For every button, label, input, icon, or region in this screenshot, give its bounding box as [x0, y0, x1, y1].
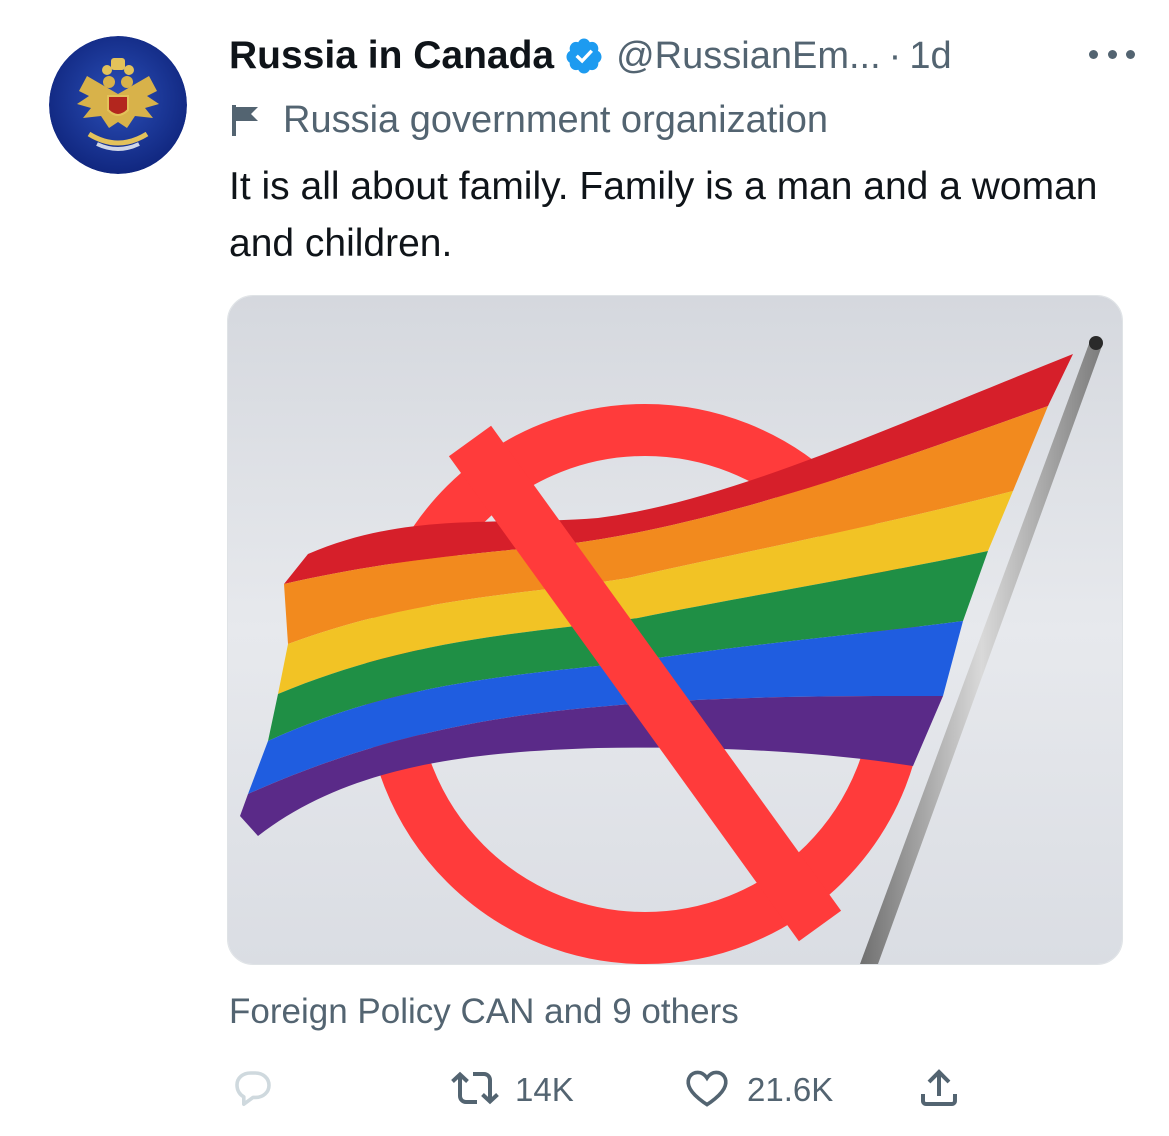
- more-dot: [1089, 49, 1098, 59]
- like-count: 21.6K: [747, 1071, 834, 1108]
- government-organization-label[interactable]: Russia government organization: [283, 99, 828, 142]
- retweet-count: 14K: [515, 1071, 574, 1108]
- retweet-button[interactable]: 14K: [451, 1060, 574, 1120]
- more-options-icon[interactable]: [1089, 44, 1135, 64]
- flag-icon: [229, 103, 261, 137]
- tweet-media-image[interactable]: [227, 295, 1123, 965]
- separator-dot: ·: [888, 34, 902, 77]
- tweet-header: Russia in Canada @RussianEm... · 1d: [229, 28, 1129, 84]
- share-button[interactable]: [915, 1060, 963, 1120]
- liked-by-text[interactable]: Foreign Policy CAN and 9 others: [229, 992, 739, 1032]
- handle[interactable]: @RussianEm...: [616, 35, 881, 78]
- more-dot: [1107, 49, 1117, 59]
- coat-of-arms-icon: [49, 36, 187, 174]
- action-bar: 14K 21.6K: [229, 1060, 989, 1120]
- like-button[interactable]: 21.6K: [683, 1060, 833, 1120]
- timestamp[interactable]: 1d: [909, 35, 951, 78]
- share-icon: [915, 1064, 963, 1117]
- verified-badge-icon: [564, 36, 604, 76]
- display-name[interactable]: Russia in Canada: [229, 34, 554, 78]
- reply-icon: [229, 1064, 277, 1117]
- more-dot: [1126, 49, 1135, 59]
- reply-button[interactable]: [229, 1060, 293, 1120]
- avatar[interactable]: [49, 36, 187, 174]
- affiliation-label: Russia government organization: [229, 92, 828, 148]
- retweet-icon: [451, 1064, 499, 1117]
- heart-icon: [683, 1064, 731, 1117]
- tweet-text: It is all about family. Family is a man …: [229, 165, 1098, 265]
- prohibited-rainbow-flag-image: [228, 296, 1122, 964]
